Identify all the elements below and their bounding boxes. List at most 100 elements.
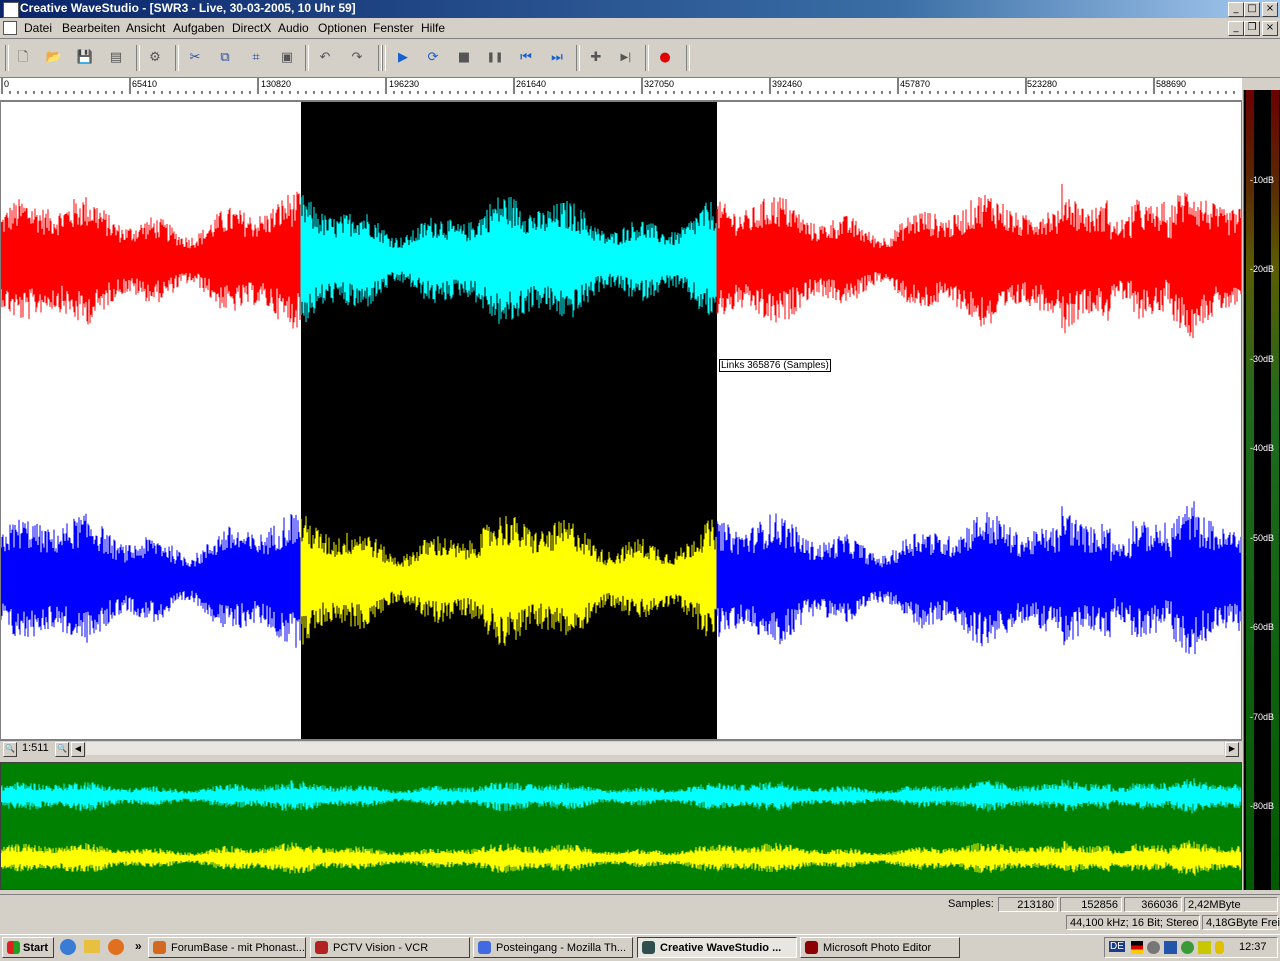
menu-directx[interactable]: DirectX <box>232 21 271 35</box>
waveform-channels <box>1 183 1241 655</box>
task-label: PCTV Vision - VCR <box>333 942 429 954</box>
title-bar: Creative WaveStudio - [SWR3 - Live, 30-0… <box>0 0 1280 18</box>
overview-right-channel <box>1 840 1241 876</box>
doc-minimize-button[interactable]: _ <box>1228 21 1244 36</box>
marker-icon[interactable]: ✚ <box>587 49 605 67</box>
menu-hilfe[interactable]: Hilfe <box>421 21 445 35</box>
maximize-button[interactable]: □ <box>1244 2 1260 17</box>
meter-label: -60dB <box>1250 622 1275 632</box>
document-icon[interactable] <box>3 21 17 35</box>
doc-close-button[interactable]: × <box>1262 21 1278 36</box>
properties-icon[interactable]: ⚙ <box>146 49 164 67</box>
ruler-label: 130820 <box>261 79 292 89</box>
start-button[interactable]: Start <box>2 937 54 958</box>
meter-right-channel <box>1271 90 1279 890</box>
redo-icon[interactable]: ↷ <box>348 49 366 67</box>
ruler-label: 523280 <box>1027 79 1058 89</box>
save-icon[interactable]: 💾 <box>76 49 94 67</box>
doc-restore-button[interactable]: ❐ <box>1244 21 1260 36</box>
zoom-level: 1:511 <box>22 742 49 754</box>
ruler-label: 457870 <box>900 79 931 89</box>
horizontal-scrollbar[interactable] <box>86 742 1224 755</box>
level-meter: -10dB -20dB -30dB -40dB -50dB -60dB -70d… <box>1243 90 1280 890</box>
skip-end-icon[interactable]: ⏭ <box>548 49 566 67</box>
paste-icon[interactable]: ▣ <box>278 49 296 67</box>
menu-fenster[interactable]: Fenster <box>373 21 414 35</box>
record-icon[interactable]: ● <box>656 49 674 67</box>
firefox-quicklaunch-icon[interactable] <box>108 939 124 955</box>
ruler-label: 588690 <box>1156 79 1187 89</box>
task-photo-editor[interactable]: Microsoft Photo Editor <box>800 937 960 958</box>
menu-bar: Datei Bearbeiten Ansicht Aufgaben Direct… <box>0 18 1280 39</box>
firefox-icon <box>153 941 166 954</box>
close-button[interactable]: × <box>1262 2 1278 17</box>
meter-label: -30dB <box>1250 354 1275 364</box>
selection-length: 213180 <box>998 897 1058 912</box>
task-posteingang[interactable]: Posteingang - Mozilla Th... <box>473 937 633 958</box>
task-pctv-vision[interactable]: PCTV Vision - VCR <box>310 937 470 958</box>
taskbar: Start » ForumBase - mit Phonast... PCTV … <box>0 934 1280 961</box>
zoom-in-icon[interactable]: 🔍 <box>55 742 69 757</box>
right-channel-waveform-selected <box>300 516 717 646</box>
menu-aufgaben[interactable]: Aufgaben <box>173 21 224 35</box>
network-icon[interactable] <box>1181 941 1194 954</box>
play-icon[interactable]: ▶ <box>394 49 412 67</box>
toolbar: 🗋 📂 💾 ▤ ⚙ ✂ ⧉ ⌗ ▣ ↶ ↷ ▶ ⟳ ■ ❚❚ ⏮ ⏭ ✚ ▶| … <box>0 39 1280 78</box>
tray-icon[interactable] <box>1147 941 1160 954</box>
new-file-icon[interactable]: 🗋 <box>14 49 32 67</box>
waveform-view[interactable]: Links 365876 (Samples) <box>0 101 1242 740</box>
ruler-label: 196230 <box>389 79 420 89</box>
goto-marker-icon[interactable]: ▶| <box>617 49 635 67</box>
crop-icon[interactable]: ⌗ <box>247 49 265 67</box>
menu-ansicht[interactable]: Ansicht <box>126 21 165 35</box>
menu-datei[interactable]: Datei <box>24 21 52 35</box>
copy-icon[interactable]: ⧉ <box>216 49 234 67</box>
skip-start-icon[interactable]: ⏮ <box>517 49 535 67</box>
scroll-left-button[interactable]: ◀ <box>71 742 85 757</box>
task-forumbase[interactable]: ForumBase - mit Phonast... <box>148 937 306 958</box>
menu-audio[interactable]: Audio <box>278 21 309 35</box>
menu-optionen[interactable]: Optionen <box>318 21 367 35</box>
ruler-label: 65410 <box>132 79 158 89</box>
task-label: Posteingang - Mozilla Th... <box>496 942 627 954</box>
selection-start: 152856 <box>1060 897 1122 912</box>
tv-icon <box>315 941 328 954</box>
thunderbird-icon <box>478 941 491 954</box>
ruler-label: 392460 <box>772 79 803 89</box>
save-all-icon[interactable]: ▤ <box>107 49 125 67</box>
overview-panel[interactable] <box>0 762 1242 890</box>
browser-quicklaunch-icon[interactable] <box>60 939 76 955</box>
meter-label: -50dB <box>1250 533 1275 543</box>
zoom-out-icon[interactable]: 🔍 <box>3 742 17 757</box>
undo-icon[interactable]: ↶ <box>316 49 334 67</box>
minimize-button[interactable]: _ <box>1228 2 1244 17</box>
stop-icon[interactable]: ■ <box>455 49 473 67</box>
samples-label: Samples: <box>948 898 994 910</box>
meter-label: -70dB <box>1250 712 1275 722</box>
speaker-icon[interactable] <box>1164 941 1177 954</box>
free-space: 4,18GByte Frei <box>1202 915 1280 930</box>
pause-icon[interactable]: ❚❚ <box>486 49 504 67</box>
quicklaunch-more[interactable]: » <box>135 939 142 953</box>
power-icon[interactable] <box>1215 941 1224 954</box>
flag-icon[interactable] <box>1131 941 1143 954</box>
menu-bearbeiten[interactable]: Bearbeiten <box>62 21 120 35</box>
overview-left-channel <box>1 778 1241 814</box>
zoom-bar: 🔍 1:511 🔍 ◀ ▶ <box>0 740 1242 757</box>
safely-remove-icon[interactable] <box>1198 941 1211 954</box>
sample-ruler[interactable]: 0 65410 130820 196230 261640 327050 3924… <box>0 78 1242 101</box>
folder-quicklaunch-icon[interactable] <box>84 940 100 953</box>
task-label: Microsoft Photo Editor <box>823 942 932 954</box>
loop-play-icon[interactable]: ⟳ <box>424 49 442 67</box>
wavestudio-icon <box>642 941 655 954</box>
open-folder-icon[interactable]: 📂 <box>45 49 63 67</box>
meter-label: -80dB <box>1250 801 1275 811</box>
app-icon[interactable] <box>3 2 19 18</box>
ruler-label: 261640 <box>516 79 547 89</box>
meter-label: -40dB <box>1250 443 1275 453</box>
cut-icon[interactable]: ✂ <box>186 49 204 67</box>
language-indicator[interactable]: DE <box>1109 941 1125 952</box>
task-creative-wavestudio[interactable]: Creative WaveStudio ... <box>637 937 797 958</box>
scroll-right-button[interactable]: ▶ <box>1225 742 1239 757</box>
window-title: Creative WaveStudio - [SWR3 - Live, 30-0… <box>20 1 356 15</box>
